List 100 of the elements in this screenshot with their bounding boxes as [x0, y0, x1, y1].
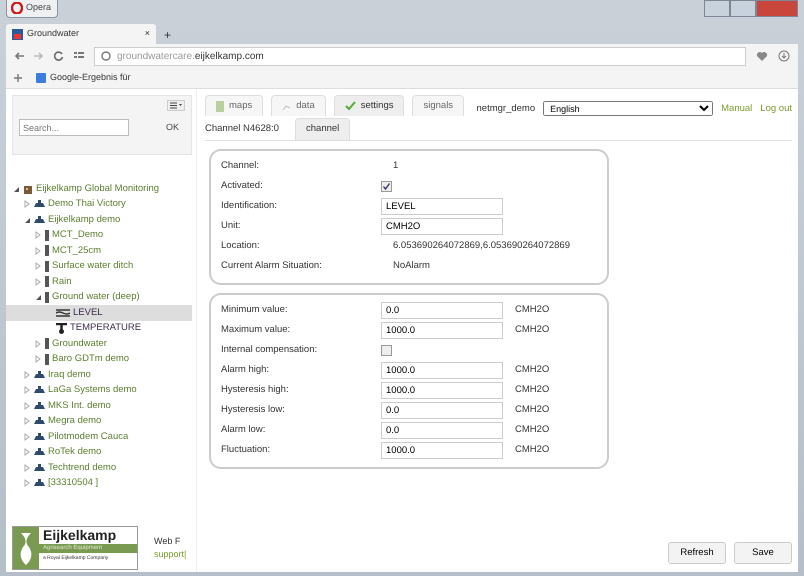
checkbox[interactable] [381, 345, 392, 356]
back-icon[interactable] [14, 52, 24, 60]
bookmark-link[interactable]: Google-Ergebnis für [36, 71, 131, 85]
field-label: Location: [221, 239, 261, 254]
close-button[interactable] [756, 0, 798, 17]
tree-item[interactable]: Iraq demo [12, 367, 192, 382]
unit-label: CMH2O [515, 423, 550, 438]
tree-item[interactable]: Megra demo [12, 414, 192, 429]
menu-dropdown-icon[interactable] [167, 100, 185, 111]
station-icon [34, 370, 45, 379]
collapsed-arrow-icon[interactable] [34, 278, 42, 286]
tree-label: Iraq demo [48, 368, 91, 382]
tree-label: MCT_Demo [52, 228, 104, 242]
tree-label: Ground water (deep) [52, 290, 140, 304]
tree-label: Pilotmodem Cauca [48, 430, 128, 444]
expanded-arrow-icon[interactable] [12, 184, 20, 193]
field-label: Channel: [221, 159, 260, 174]
opera-logo-icon [11, 2, 23, 14]
logger-icon [45, 354, 49, 365]
tree-item[interactable]: Demo Thai Victory [12, 196, 192, 212]
channel-tab[interactable]: channel [295, 118, 350, 140]
tree-label: Baro GDTm demo [52, 352, 130, 366]
collapsed-arrow-icon[interactable] [23, 432, 31, 441]
tree-item[interactable]: Techtrend demo [12, 460, 192, 476]
collapsed-arrow-icon[interactable] [34, 355, 42, 364]
expanded-arrow-icon[interactable] [34, 293, 42, 302]
collapsed-arrow-icon[interactable] [34, 262, 42, 270]
station-icon [34, 432, 45, 441]
input-field[interactable]: LEVEL [381, 198, 503, 215]
input-field[interactable]: 0.0 [381, 302, 503, 319]
collapsed-arrow-icon[interactable] [23, 479, 31, 488]
collapsed-arrow-icon[interactable] [34, 340, 42, 348]
new-tab-button[interactable]: + [160, 26, 176, 44]
collapsed-arrow-icon[interactable] [23, 417, 31, 426]
tree-item[interactable]: Rain [12, 274, 192, 290]
checkbox[interactable] [381, 181, 392, 192]
field-label: Hysteresis high: [221, 383, 290, 398]
input-field[interactable]: 0.0 [381, 422, 503, 439]
tab-close-button[interactable]: × [144, 27, 150, 41]
opera-menu-button[interactable]: Opera [6, 0, 58, 18]
input-field[interactable]: 1000.0 [381, 322, 503, 339]
collapsed-arrow-icon[interactable] [23, 402, 31, 410]
collapsed-arrow-icon[interactable] [34, 231, 42, 240]
add-icon[interactable] [14, 74, 22, 82]
collapsed-arrow-icon[interactable] [23, 370, 31, 379]
tree-item[interactable]: MKS Int. demo [12, 398, 192, 414]
collapsed-arrow-icon[interactable] [23, 200, 31, 208]
heart-icon[interactable] [756, 50, 768, 62]
forward-icon[interactable] [34, 52, 44, 60]
collapsed-arrow-icon[interactable] [23, 386, 31, 394]
refresh-button[interactable]: Refresh [668, 542, 726, 564]
tree-item[interactable]: Ground water (deep) [12, 290, 192, 305]
input-field[interactable]: 1000.0 [381, 382, 503, 399]
input-field[interactable]: 0.0 [381, 402, 503, 419]
field-label: Activated: [221, 179, 264, 194]
language-select[interactable]: English [543, 101, 714, 116]
logo-name: Eijkelkamp [42, 527, 118, 544]
maximize-button[interactable] [730, 0, 756, 17]
logger-icon [45, 338, 49, 350]
tree-item[interactable]: Eijkelkamp demo [12, 212, 192, 228]
tree-item[interactable]: Baro GDTm demo [12, 352, 192, 367]
station-icon [34, 200, 45, 208]
tree-item[interactable]: Eijkelkamp Global Monitoring [12, 181, 192, 196]
reload-icon[interactable] [54, 51, 64, 61]
expanded-arrow-icon[interactable] [23, 216, 31, 224]
tree-item[interactable]: MCT_Demo [12, 228, 192, 243]
tree-item[interactable]: LaGa Systems demo [12, 382, 192, 398]
tree-item[interactable]: LEVEL [6, 305, 192, 320]
station-icon [34, 479, 45, 488]
input-field[interactable]: CMH2O [381, 218, 503, 235]
save-button[interactable]: Save [734, 542, 792, 564]
station-icon [34, 448, 45, 456]
tree-item[interactable]: MCT_25cm [12, 243, 192, 258]
address-bar[interactable]: groundwatercare.eijkelkamp.com [94, 46, 746, 66]
main-tab[interactable]: data [271, 95, 326, 116]
grid-icon[interactable] [74, 51, 84, 61]
tree-item[interactable]: [33310504 ] [12, 476, 192, 491]
minimize-button[interactable] [704, 0, 730, 17]
tree-item[interactable]: Pilotmodem Cauca [12, 429, 192, 444]
field-label: Fluctuation: [221, 443, 272, 458]
web-link[interactable]: Web F [154, 534, 186, 548]
main-tab[interactable]: settings [334, 95, 404, 116]
search-field[interactable]: Search... [19, 119, 129, 136]
logger-icon [45, 245, 49, 256]
tree-item[interactable]: Surface water ditch [12, 258, 192, 274]
input-field[interactable]: 1000.0 [381, 362, 503, 379]
main-tab[interactable]: maps [205, 95, 264, 116]
download-icon[interactable] [778, 50, 790, 62]
main-tab[interactable]: signals [412, 95, 464, 116]
tree-item[interactable]: Groundwater [12, 336, 192, 352]
collapsed-arrow-icon[interactable] [34, 246, 42, 255]
collapsed-arrow-icon[interactable] [23, 448, 31, 456]
browser-tab[interactable]: Groundwater × [6, 24, 156, 44]
unit-label: CMH2O [515, 383, 550, 398]
ok-button[interactable]: OK [160, 120, 185, 136]
input-field[interactable]: 1000.0 [381, 442, 503, 459]
tree-label: Techtrend demo [48, 460, 116, 475]
collapsed-arrow-icon[interactable] [23, 464, 31, 472]
tree-item[interactable]: RoTek demo [12, 444, 192, 460]
tree-item[interactable]: TEMPERATURE [12, 320, 192, 336]
